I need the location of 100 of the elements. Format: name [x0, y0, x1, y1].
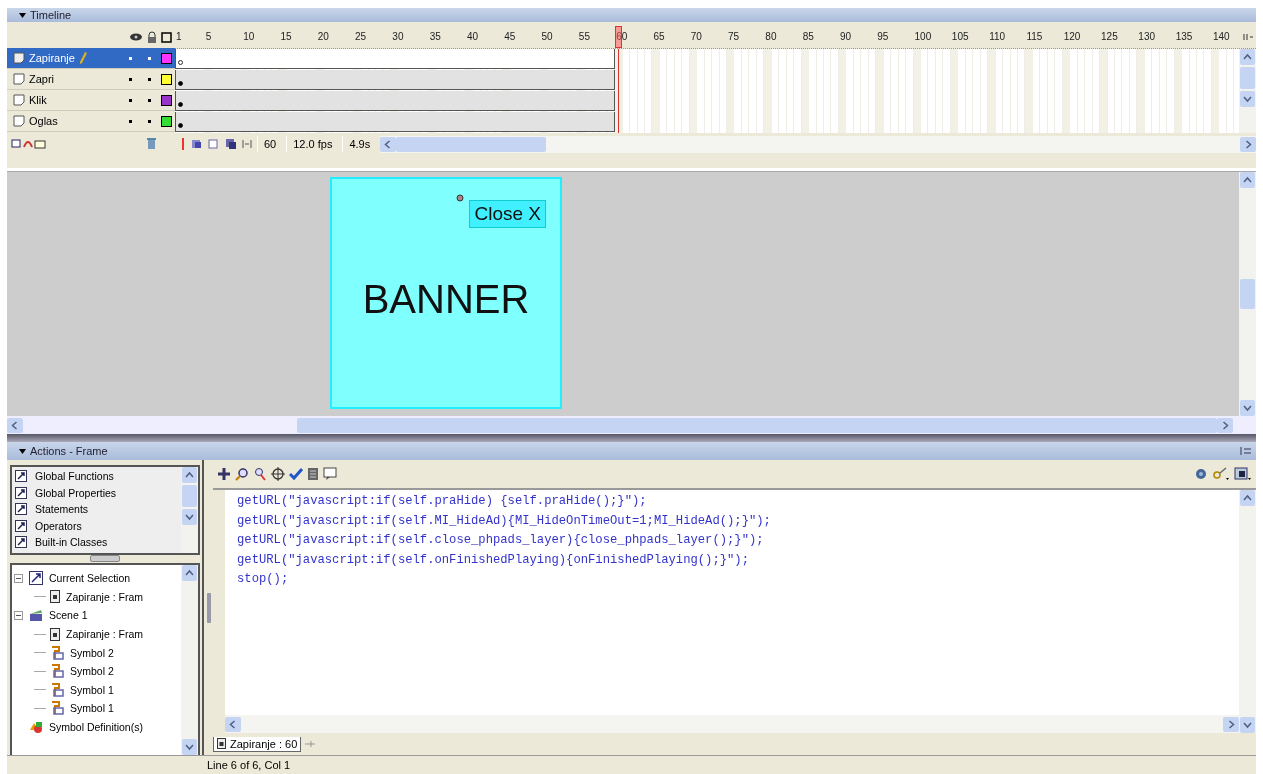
tree-label[interactable]: Symbol 2: [70, 646, 114, 659]
panel-menu-icon[interactable]: [1240, 446, 1252, 456]
close-button[interactable]: Close X: [469, 200, 546, 228]
layer-row[interactable]: Zapiranje: [7, 48, 175, 69]
scrollbar-thumb[interactable]: [1240, 67, 1255, 89]
tree-label[interactable]: Symbol 2: [70, 665, 114, 678]
scroll-down-icon[interactable]: [182, 739, 197, 755]
trash-icon[interactable]: [146, 137, 157, 149]
tree-label[interactable]: Symbol 1: [70, 702, 114, 715]
scrollbar-thumb[interactable]: [396, 136, 547, 152]
tree-label[interactable]: Zapiranje : Fram: [66, 590, 144, 603]
toolbox-category[interactable]: Operators: [15, 517, 178, 534]
layer-row[interactable]: Zapri: [7, 69, 175, 90]
frame-number: 140: [1212, 31, 1230, 42]
frame-number: 15: [280, 31, 292, 42]
toolbox-category[interactable]: Statements: [15, 501, 178, 518]
toolbox-category[interactable]: Global Properties: [15, 484, 178, 501]
horizontal-scrollbar[interactable]: [225, 715, 1239, 733]
debug-options-icon[interactable]: [1212, 467, 1230, 481]
add-icon[interactable]: [217, 467, 231, 481]
outline-icon[interactable]: [161, 31, 172, 43]
add-layer-icon[interactable]: [10, 137, 46, 149]
frame-span[interactable]: [175, 91, 616, 111]
scroll-right-icon[interactable]: [1240, 136, 1256, 152]
vertical-scrollbar[interactable]: [181, 467, 198, 553]
selection-icon: [29, 571, 43, 586]
scroll-left-icon[interactable]: [225, 716, 241, 732]
toolbox-category[interactable]: Built-in Classes: [15, 534, 178, 551]
splitter-handle[interactable]: [206, 592, 211, 623]
scroll-up-icon[interactable]: [182, 467, 197, 483]
vertical-scrollbar[interactable]: [1239, 172, 1256, 416]
tree-label[interactable]: Current Selection: [49, 572, 131, 585]
scrollbar-thumb[interactable]: [1240, 279, 1255, 309]
toolbox-category[interactable]: Global Functions: [15, 468, 178, 485]
frame-span[interactable]: [175, 70, 616, 90]
vertical-scrollbar[interactable]: [181, 565, 198, 755]
reference-icon[interactable]: [1194, 467, 1208, 481]
scroll-up-icon[interactable]: [182, 565, 197, 581]
collapse-icon[interactable]: [14, 573, 23, 583]
scroll-up-icon[interactable]: [1240, 49, 1255, 65]
tree-label[interactable]: Symbol Definition(s): [49, 721, 143, 734]
format-icon[interactable]: [307, 467, 319, 481]
layer-row[interactable]: Klik: [7, 90, 175, 111]
layer-color-swatch[interactable]: [161, 94, 172, 106]
scrollbar-thumb[interactable]: [182, 485, 197, 507]
horizontal-scrollbar[interactable]: [7, 416, 1256, 434]
lock-icon[interactable]: [147, 31, 157, 43]
shapes-icon: [29, 720, 43, 735]
frame-options-icon[interactable]: [1243, 33, 1253, 41]
script-tab[interactable]: Zapiranje : 60: [213, 736, 302, 752]
splitter-handle[interactable]: [90, 555, 120, 562]
scroll-left-icon[interactable]: [7, 417, 23, 433]
panel-header[interactable]: Timeline: [7, 8, 1256, 22]
frame-span[interactable]: [175, 112, 616, 132]
onion-skin-icon[interactable]: [191, 138, 221, 150]
layer-color-swatch[interactable]: [161, 52, 172, 64]
scroll-up-icon[interactable]: [1240, 172, 1255, 188]
status-bar: Line 6 of 6, Col 1: [7, 755, 1256, 774]
code-line: getURL("javascript:if(self.close_phpads_layer){close_phpads_layer();}");: [237, 532, 765, 549]
panel-splitter[interactable]: [7, 434, 1256, 442]
scroll-down-icon[interactable]: [1240, 717, 1255, 733]
center-frame-icon[interactable]: [179, 137, 187, 151]
tree-label[interactable]: Zapiranje : Fram: [66, 628, 144, 641]
panel-title: Timeline: [30, 9, 72, 21]
tree-label[interactable]: Scene 1: [49, 609, 88, 622]
scroll-up-icon[interactable]: [1240, 490, 1255, 506]
vertical-scrollbar[interactable]: [1239, 49, 1256, 133]
collapse-icon[interactable]: [14, 611, 23, 620]
horizontal-scrollbar[interactable]: [380, 135, 1256, 153]
frame-grid[interactable]: [175, 49, 1239, 133]
collapse-arrow-icon[interactable]: [19, 12, 26, 18]
check-icon[interactable]: [289, 467, 303, 481]
scrollbar-thumb[interactable]: [297, 417, 1217, 433]
code-line: getURL("javascript:if(self.MI_HideAd){MI_HideOnTimeOut=1;MI_HideAd();}");: [237, 512, 772, 530]
vertical-scrollbar[interactable]: [1239, 490, 1256, 733]
eye-icon[interactable]: [129, 32, 143, 42]
tree-label[interactable]: Symbol 1: [70, 683, 114, 696]
scroll-right-icon[interactable]: [1217, 417, 1233, 433]
scroll-down-icon[interactable]: [1240, 91, 1255, 107]
frame-span[interactable]: [175, 49, 616, 69]
view-options-icon[interactable]: [1234, 467, 1252, 481]
target-icon[interactable]: [271, 467, 285, 481]
panel-title[interactable]: Actions - Frame: [30, 445, 108, 457]
scroll-down-icon[interactable]: [182, 509, 197, 525]
code-hint-icon[interactable]: [323, 467, 337, 481]
replace-icon[interactable]: [253, 467, 267, 481]
scroll-left-icon[interactable]: [380, 136, 397, 152]
scroll-right-icon[interactable]: [1223, 716, 1239, 732]
edit-multiple-frames-icon[interactable]: [225, 138, 237, 150]
onion-markers-icon[interactable]: [241, 138, 253, 150]
frame-rate[interactable]: 12.0 fps: [286, 136, 339, 152]
banner-text: BANNER: [362, 276, 530, 322]
layer-row[interactable]: Oglas: [7, 111, 175, 132]
scroll-down-icon[interactable]: [1240, 400, 1255, 416]
frame-number: 100: [914, 31, 932, 42]
layer-color-swatch[interactable]: [161, 115, 172, 127]
layer-color-swatch[interactable]: [161, 73, 172, 85]
search-icon[interactable]: [235, 467, 249, 481]
collapse-arrow-icon[interactable]: [19, 448, 26, 454]
frame-icon: [217, 738, 226, 749]
